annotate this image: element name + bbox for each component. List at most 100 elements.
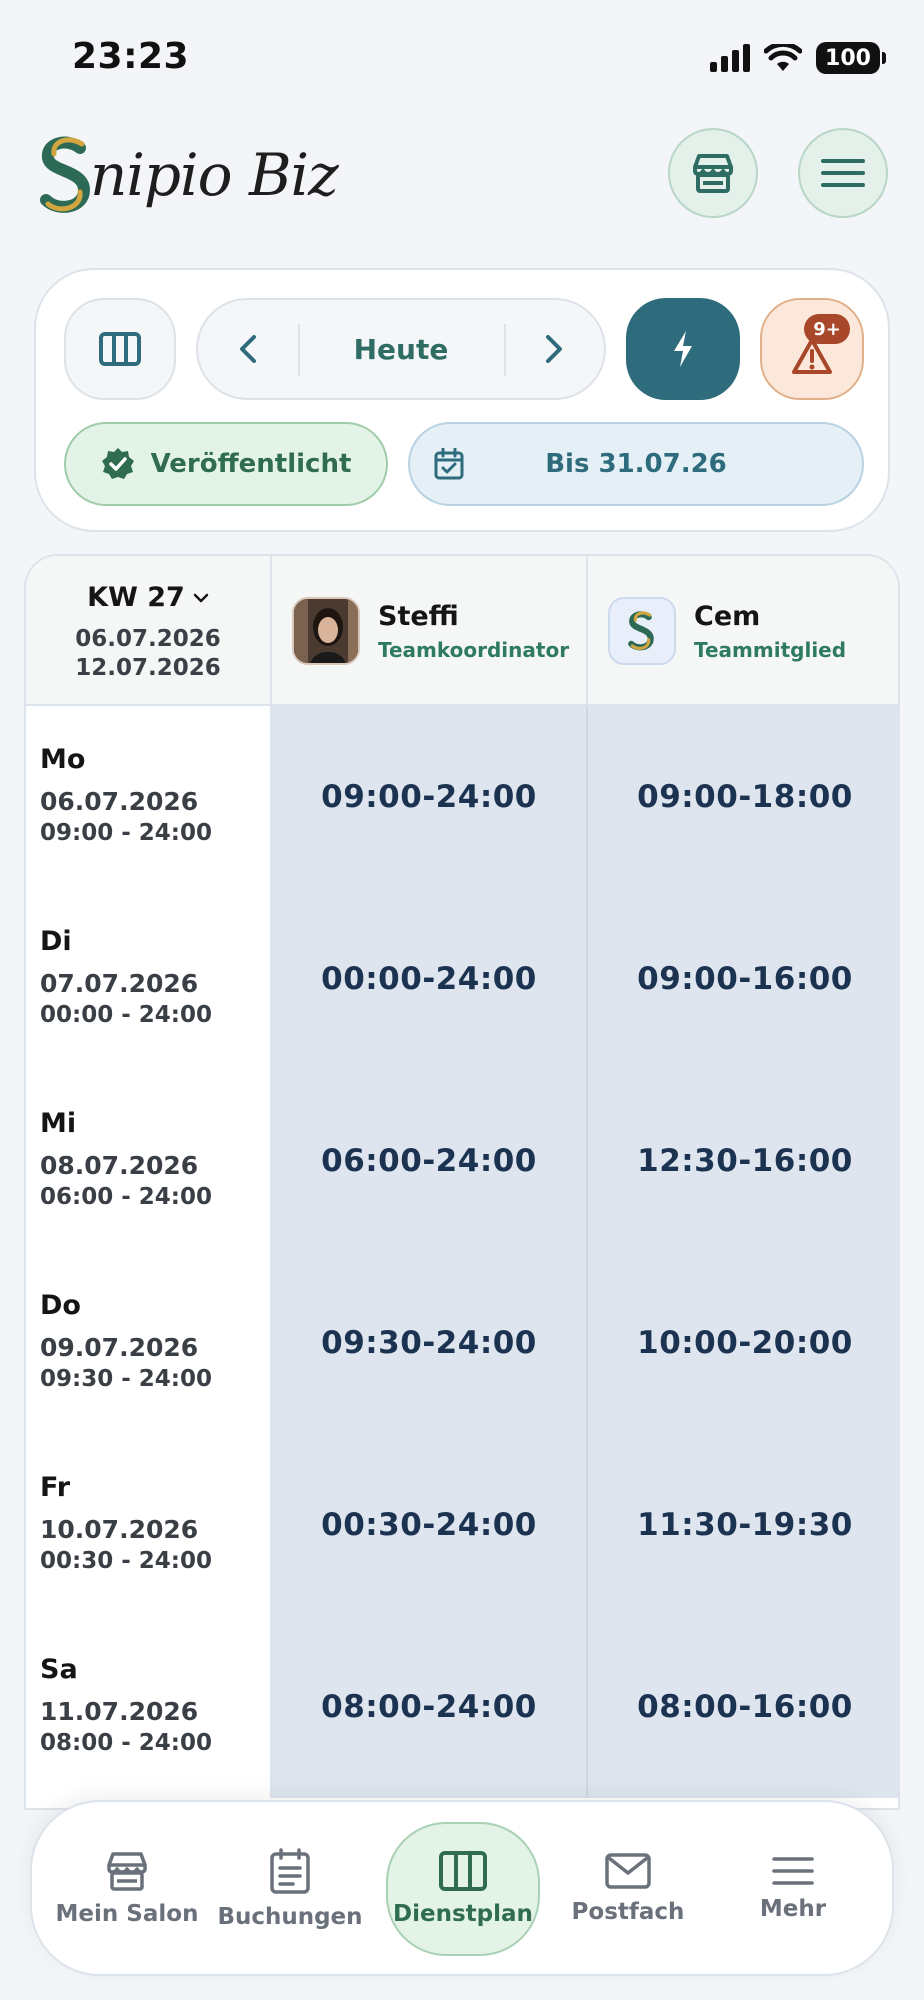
- logo-s-icon: [628, 611, 654, 651]
- nav-item-label: Dienstplan: [393, 1901, 533, 1927]
- nav-item-label: Postfach: [571, 1899, 685, 1925]
- clipboard-icon: [270, 1848, 310, 1894]
- store-button[interactable]: [668, 128, 758, 218]
- day-date: 10.07.2026: [40, 1515, 199, 1544]
- day-name: Do: [40, 1290, 81, 1321]
- logo-s-icon: [40, 136, 91, 213]
- week-label: KW 27: [87, 582, 185, 613]
- shift-cell[interactable]: 09:00-16:00: [588, 888, 898, 1070]
- day-name: Sa: [40, 1654, 78, 1685]
- day-opening-hours: 08:00 - 24:00: [40, 1730, 212, 1756]
- chevron-down-icon: [193, 593, 209, 602]
- day-cell: Mi 08.07.2026 06:00 - 24:00: [26, 1070, 272, 1252]
- day-cell: Di 07.07.2026 00:00 - 24:00: [26, 888, 272, 1070]
- logo-wordmark: nipio Biz: [90, 141, 339, 209]
- employee-role: Teamkoordinator: [378, 637, 570, 662]
- day-name: Di: [40, 926, 72, 957]
- table-row: Mo 06.07.2026 09:00 - 24:00 09:00-24:00 …: [26, 706, 898, 888]
- table-row: Mi 08.07.2026 06:00 - 24:00 06:00-24:00 …: [26, 1070, 898, 1252]
- day-opening-hours: 09:00 - 24:00: [40, 820, 212, 846]
- warnings-button[interactable]: 9+: [760, 298, 864, 400]
- day-name: Fr: [40, 1472, 71, 1503]
- columns-icon: [99, 332, 141, 366]
- week-end-date: 12.07.2026: [75, 655, 221, 681]
- next-week-button[interactable]: [504, 300, 604, 398]
- store-icon: [693, 154, 733, 193]
- battery-indicator: 100: [816, 42, 886, 74]
- shift-cell[interactable]: 09:30-24:00: [272, 1252, 588, 1434]
- nav-item-buchungen[interactable]: Buchungen: [213, 1822, 367, 1956]
- app-header: nipio Biz: [0, 120, 924, 230]
- shift-cell[interactable]: 11:30-19:30: [588, 1434, 898, 1616]
- schedule-controls: Heute 9+ Veröffentlicht Bis 31.07.26: [34, 268, 890, 532]
- warnings-count-badge: 9+: [804, 314, 850, 344]
- day-date: 07.07.2026: [40, 969, 199, 998]
- app-logo[interactable]: nipio Biz: [38, 130, 339, 220]
- published-label: Veröffentlicht: [150, 449, 352, 479]
- nav-item-postfach[interactable]: Postfach: [551, 1822, 705, 1956]
- publish-until-button[interactable]: Bis 31.07.26: [408, 422, 864, 506]
- published-status-button[interactable]: Veröffentlicht: [64, 422, 388, 506]
- nav-item-label: Mein Salon: [55, 1901, 199, 1927]
- shift-cell[interactable]: 00:30-24:00: [272, 1434, 588, 1616]
- day-name: Mi: [40, 1108, 77, 1139]
- table-row: Fr 10.07.2026 00:30 - 24:00 00:30-24:00 …: [26, 1434, 898, 1616]
- day-opening-hours: 06:00 - 24:00: [40, 1184, 212, 1210]
- nav-item-mein-salon[interactable]: Mein Salon: [50, 1822, 204, 1956]
- quick-action-button[interactable]: [626, 298, 740, 400]
- day-opening-hours: 09:30 - 24:00: [40, 1366, 212, 1392]
- day-date: 09.07.2026: [40, 1333, 199, 1362]
- store-icon: [107, 1852, 147, 1891]
- employee-role: Teammitglied: [694, 637, 847, 662]
- day-name: Mo: [40, 744, 86, 775]
- day-opening-hours: 00:00 - 24:00: [40, 1002, 212, 1028]
- table-row: Sa 11.07.2026 08:00 - 24:00 08:00-24:00 …: [26, 1616, 898, 1798]
- day-cell: Do 09.07.2026 09:30 - 24:00: [26, 1252, 272, 1434]
- person-photo-icon: [294, 599, 358, 663]
- employee-header-steffi[interactable]: Steffi Teamkoordinator: [272, 556, 588, 706]
- day-date: 06.07.2026: [40, 787, 199, 816]
- shift-cell[interactable]: 09:00-18:00: [588, 706, 898, 888]
- chevron-left-icon: [240, 335, 256, 363]
- shift-cell[interactable]: 10:00-20:00: [588, 1252, 898, 1434]
- day-cell: Fr 10.07.2026 00:30 - 24:00: [26, 1434, 272, 1616]
- view-toggle-button[interactable]: [64, 298, 176, 400]
- shift-cell[interactable]: 09:00-24:00: [272, 706, 588, 888]
- status-bar: 23:23 100: [0, 0, 924, 110]
- nav-item-label: Buchungen: [217, 1904, 363, 1930]
- bolt-icon: [674, 331, 692, 367]
- wifi-icon: [764, 44, 802, 71]
- today-button[interactable]: Heute: [298, 300, 504, 398]
- shift-cell[interactable]: 06:00-24:00: [272, 1070, 588, 1252]
- menu-icon: [772, 1857, 814, 1885]
- avatar: [608, 597, 676, 665]
- nav-item-label: Mehr: [759, 1896, 827, 1922]
- date-navigation: Heute: [196, 298, 606, 400]
- verified-badge-icon: [101, 448, 134, 479]
- previous-week-button[interactable]: [198, 300, 298, 398]
- signal-icon: [710, 44, 750, 72]
- status-icons: 100: [710, 42, 886, 74]
- day-cell: Sa 11.07.2026 08:00 - 24:00: [26, 1616, 272, 1798]
- status-time: 23:23: [72, 36, 190, 77]
- shift-cell[interactable]: 08:00-24:00: [272, 1616, 588, 1798]
- main-menu-button[interactable]: [798, 128, 888, 218]
- employee-name: Cem: [694, 600, 761, 632]
- employee-header-cem[interactable]: Cem Teammitglied: [588, 556, 898, 706]
- day-date: 08.07.2026: [40, 1151, 199, 1180]
- mail-icon: [605, 1853, 651, 1889]
- avatar: [292, 597, 360, 665]
- nav-item-dienstplan[interactable]: Dienstplan: [386, 1822, 540, 1956]
- day-opening-hours: 00:30 - 24:00: [40, 1548, 212, 1574]
- day-cell: Mo 06.07.2026 09:00 - 24:00: [26, 706, 272, 888]
- shift-cell[interactable]: 08:00-16:00: [588, 1616, 898, 1798]
- week-selector[interactable]: KW 27 06.07.2026 12.07.2026: [26, 556, 272, 706]
- bottom-navigation: Mein Salon Buchungen Dienstplan Postfach: [30, 1800, 894, 1976]
- shift-cell[interactable]: 12:30-16:00: [588, 1070, 898, 1252]
- columns-icon: [439, 1851, 487, 1891]
- table-row: Do 09.07.2026 09:30 - 24:00 09:30-24:00 …: [26, 1252, 898, 1434]
- table-header-row: KW 27 06.07.2026 12.07.2026 Steffi Teamk…: [26, 556, 898, 706]
- employee-name: Steffi: [378, 600, 459, 632]
- nav-item-mehr[interactable]: Mehr: [716, 1822, 870, 1956]
- shift-cell[interactable]: 00:00-24:00: [272, 888, 588, 1070]
